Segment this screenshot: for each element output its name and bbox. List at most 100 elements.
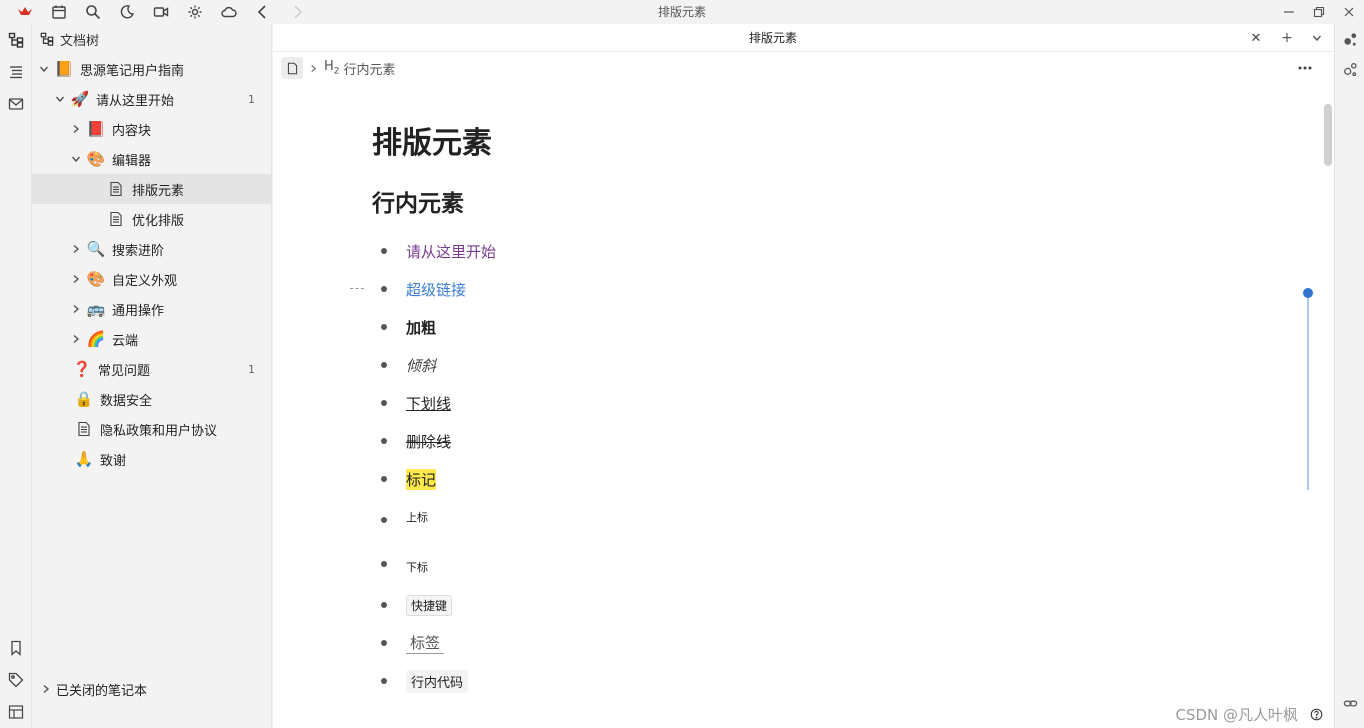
list-item[interactable]: 快捷键 <box>372 586 1252 624</box>
list-item[interactable]: 请从这里开始 <box>372 232 1252 270</box>
tree-item-general[interactable]: 🚌 通用操作 <box>32 294 271 324</box>
minimize-button[interactable] <box>1274 0 1304 24</box>
bookmark-icon[interactable] <box>0 632 32 664</box>
close-window-button[interactable] <box>1334 0 1364 24</box>
window-controls <box>1274 0 1364 24</box>
link-icon[interactable] <box>1335 688 1364 718</box>
list-item[interactable]: 标签 <box>372 624 1252 662</box>
list-item[interactable]: 删除线 <box>372 422 1252 460</box>
app-logo-icon[interactable] <box>8 0 42 24</box>
tree-item-privacy[interactable]: 隐私政策和用户协议 <box>32 414 271 444</box>
closed-notebooks[interactable]: 已关闭的笔记本 <box>32 674 147 704</box>
chevron-right-icon[interactable] <box>66 299 86 319</box>
back-icon[interactable] <box>246 0 280 24</box>
list-item[interactable]: 行内代码 <box>372 662 1252 700</box>
tag-icon[interactable] <box>0 664 32 696</box>
add-tab-icon[interactable]: + <box>1278 29 1296 47</box>
outline-icon[interactable] <box>0 56 32 88</box>
chevron-right-icon[interactable] <box>66 239 86 259</box>
chevron-right-icon[interactable] <box>66 119 86 139</box>
tree-item-content-blocks[interactable]: 📕 内容块 <box>32 114 271 144</box>
drag-handle-icon[interactable] <box>350 288 364 290</box>
list-item[interactable]: 倾斜 <box>372 346 1252 384</box>
tree-item-security[interactable]: 🔒 数据安全 <box>32 384 271 414</box>
cloud-icon[interactable] <box>212 0 246 24</box>
tree-item-faq[interactable]: ❓ 常见问题 1 <box>32 354 271 384</box>
global-graph-icon[interactable] <box>1335 54 1364 84</box>
calendar-icon[interactable] <box>42 0 76 24</box>
tree-item-thanks[interactable]: 🙏 致谢 <box>32 444 271 474</box>
block-ref-link[interactable]: 请从这里开始 <box>406 241 496 262</box>
tree-item-label: 通用操作 <box>112 303 165 319</box>
tree-item-label: 自定义外观 <box>112 273 178 289</box>
chevron-down-icon[interactable] <box>50 89 70 109</box>
tree-item-optimize[interactable]: 优化排版 <box>32 204 271 234</box>
watermark-text: CSDN @凡人叶枫 <box>1175 705 1298 724</box>
graph-view-icon[interactable] <box>0 696 32 728</box>
document-icon <box>106 209 126 229</box>
video-icon[interactable] <box>144 0 178 24</box>
graph-icon[interactable] <box>1335 24 1364 54</box>
strikethrough-text: 删除线 <box>406 432 452 451</box>
document-title[interactable]: 排版元素 <box>372 120 1252 168</box>
tree-item-label: 编辑器 <box>112 153 152 169</box>
list-item[interactable]: 下标 <box>372 542 1252 586</box>
tree-item-count: 1 <box>248 362 255 376</box>
chevron-down-icon[interactable] <box>34 59 54 79</box>
tree-item-label: 致谢 <box>100 453 127 469</box>
chevron-right-icon[interactable] <box>36 679 56 699</box>
palette-icon: 🎨 <box>86 270 106 288</box>
bullet-list: 请从这里开始 超级链接 加粗 倾斜 下划线 删除线 标记 上标 下标 快捷键 标… <box>350 232 1252 700</box>
tree-item-start-here[interactable]: 🚀 请从这里开始 1 <box>32 84 271 114</box>
right-rail <box>1334 24 1364 728</box>
chevron-right-icon[interactable] <box>66 329 86 349</box>
tree-item-label: 请从这里开始 <box>96 93 175 109</box>
inbox-icon[interactable] <box>0 88 32 120</box>
restore-button[interactable] <box>1304 0 1334 24</box>
left-rail-bottom <box>0 632 32 728</box>
doc-tree-title: 文档树 <box>60 33 100 49</box>
tree-item-notebook[interactable]: 📙 思源笔记用户指南 <box>32 54 271 84</box>
list-item[interactable]: 标记 <box>372 460 1252 498</box>
tree-item-typesetting[interactable]: 排版元素 <box>32 174 271 204</box>
chevron-right-icon[interactable] <box>66 269 86 289</box>
tab-bar: 排版元素 ✕ + <box>273 24 1334 52</box>
hyperlink[interactable]: 超级链接 <box>406 279 466 300</box>
tab-typesetting[interactable]: 排版元素 <box>273 24 1273 52</box>
tree-item-search[interactable]: 🔍 搜索进阶 <box>32 234 271 264</box>
close-tab-icon[interactable]: ✕ <box>1248 30 1264 46</box>
bullet-icon <box>381 561 387 567</box>
outline-minimap-track[interactable] <box>1307 298 1309 490</box>
search-icon[interactable] <box>76 0 110 24</box>
breadcrumb-heading[interactable]: 行内元素 <box>344 59 396 78</box>
tree-item-cloud[interactable]: 🌈 云端 <box>32 324 271 354</box>
tag-text[interactable]: 标签 <box>406 632 445 654</box>
rocket-icon: 🚀 <box>70 90 90 108</box>
tree-item-appearance[interactable]: 🎨 自定义外观 <box>32 264 271 294</box>
list-item[interactable]: 下划线 <box>372 384 1252 422</box>
vertical-scrollbar[interactable] <box>1324 104 1332 166</box>
superscript-text: 上标 <box>406 511 428 524</box>
gear-icon[interactable] <box>178 0 212 24</box>
chevron-down-icon[interactable] <box>66 149 86 169</box>
tree-item-editor[interactable]: 🎨 编辑器 <box>32 144 271 174</box>
heading-inline-elements[interactable]: 行内元素 <box>372 184 1252 224</box>
help-icon[interactable] <box>1308 706 1324 722</box>
doc-tree-icon[interactable] <box>0 24 32 56</box>
chevron-down-icon[interactable] <box>1308 29 1326 47</box>
list-item[interactable]: 超级链接 <box>350 270 1252 308</box>
list-item[interactable]: 上标 <box>372 498 1252 542</box>
moon-icon[interactable] <box>110 0 144 24</box>
list-item[interactable]: 加粗 <box>372 308 1252 346</box>
right-rail-bottom <box>1335 688 1364 718</box>
more-icon[interactable] <box>1296 60 1314 76</box>
notebook-icon: 📙 <box>54 60 74 78</box>
outline-minimap-marker[interactable] <box>1303 288 1313 298</box>
rainbow-icon: 🌈 <box>86 330 106 348</box>
magnifier-icon: 🔍 <box>86 240 106 258</box>
forward-icon[interactable] <box>280 0 314 24</box>
question-icon: ❓ <box>72 360 92 378</box>
underline-text: 下划线 <box>406 394 452 413</box>
bullet-icon <box>381 438 387 444</box>
document-icon[interactable] <box>281 57 303 79</box>
